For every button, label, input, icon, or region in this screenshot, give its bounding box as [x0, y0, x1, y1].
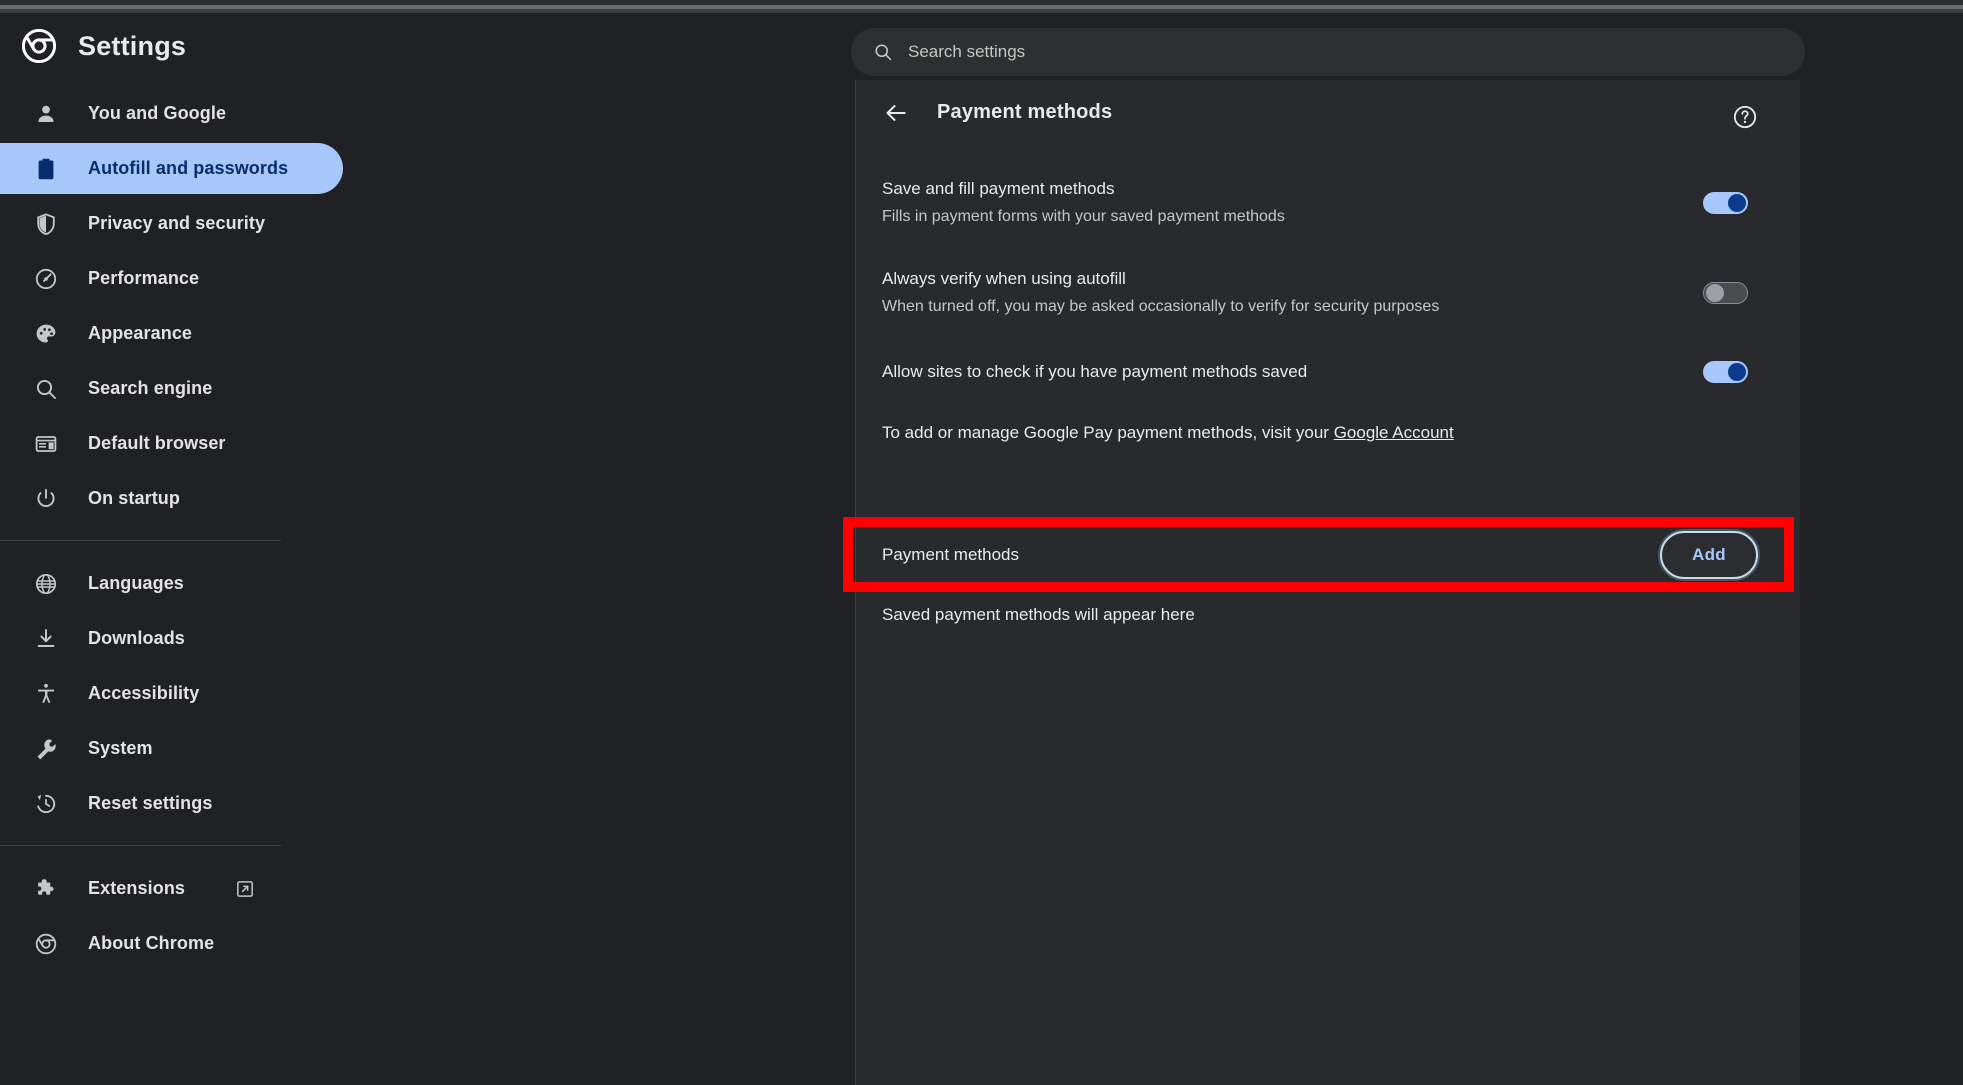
shield-icon	[34, 212, 58, 236]
sidebar-item-system[interactable]: System	[0, 723, 343, 774]
sidebar-item-label: Languages	[88, 573, 184, 593]
sidebar-item-privacy-and-security[interactable]: Privacy and security	[0, 198, 343, 249]
sidebar-item-about-chrome[interactable]: About Chrome	[0, 918, 343, 969]
sidebar-item-autofill-and-passwords[interactable]: Autofill and passwords	[0, 143, 343, 194]
back-arrow-icon[interactable]	[881, 98, 911, 128]
settings-rows: Save and fill payment methods Fills in p…	[856, 167, 1800, 465]
setting-title: Allow sites to check if you have payment…	[882, 361, 1308, 381]
clipboard-icon	[34, 157, 58, 181]
google-pay-note-text: To add or manage Google Pay payment meth…	[882, 423, 1334, 442]
sidebar-item-label: Autofill and passwords	[88, 158, 289, 178]
sidebar-item-label: Privacy and security	[88, 213, 266, 233]
sidebar-item-label: Performance	[88, 268, 200, 288]
person-icon	[34, 102, 58, 126]
toggle-knob	[1728, 363, 1746, 381]
sidebar-item-appearance[interactable]: Appearance	[0, 308, 343, 359]
sidebar-item-default-browser[interactable]: Default browser	[0, 418, 343, 469]
content-title: Payment methods	[937, 101, 1113, 123]
sidebar-item-label: Appearance	[88, 323, 193, 343]
sidebar-item-languages[interactable]: Languages	[0, 558, 343, 609]
chrome-logo-icon	[22, 29, 56, 63]
sidebar-item-label: Accessibility	[88, 683, 200, 703]
chrome-logo-icon	[34, 932, 58, 956]
setting-row-save-and-fill[interactable]: Save and fill payment methods Fills in p…	[856, 167, 1800, 239]
sidebar-item-accessibility[interactable]: Accessibility	[0, 668, 343, 719]
wrench-icon	[34, 737, 58, 761]
toggle-knob	[1706, 284, 1724, 302]
search-icon	[873, 42, 893, 62]
sidebar-item-label: On startup	[88, 488, 181, 508]
help-circle-icon[interactable]	[1732, 104, 1758, 130]
sidebar-item-label: You and Google	[88, 103, 227, 123]
external-link-icon	[235, 879, 255, 899]
sidebar-divider-2	[0, 845, 281, 846]
google-pay-note: To add or manage Google Pay payment meth…	[856, 403, 1800, 465]
power-icon	[34, 487, 58, 511]
empty-state-text: Saved payment methods will appear here	[882, 605, 1195, 624]
setting-row-always-verify[interactable]: Always verify when using autofill When t…	[856, 257, 1800, 329]
always-verify-toggle[interactable]	[1703, 282, 1748, 304]
palette-icon	[34, 322, 58, 346]
setting-subtitle: Fills in payment forms with your saved p…	[882, 207, 1285, 225]
brand: Settings	[22, 29, 186, 63]
google-account-link[interactable]: Google Account	[1334, 423, 1454, 442]
setting-title: Always verify when using autofill	[882, 269, 1126, 289]
sidebar-item-label: Downloads	[88, 628, 185, 648]
content-header: Payment methods	[856, 80, 1800, 145]
puzzle-icon	[34, 877, 58, 901]
sidebar-item-label: Extensions	[88, 878, 186, 898]
setting-title: Save and fill payment methods	[882, 179, 1115, 199]
sidebar-item-label: Default browser	[88, 433, 226, 453]
setting-subtitle: When turned off, you may be asked occasi…	[882, 297, 1440, 315]
settings-header: Settings Search settings	[0, 13, 1963, 80]
globe-icon	[34, 572, 58, 596]
toggle-knob	[1728, 194, 1746, 212]
setting-row-allow-sites-check[interactable]: Allow sites to check if you have payment…	[856, 341, 1800, 403]
page-title: Settings	[78, 30, 187, 61]
speedometer-icon	[34, 267, 58, 291]
sidebar-item-label: About Chrome	[88, 933, 215, 953]
sidebar-divider-1	[0, 540, 281, 541]
add-payment-method-button[interactable]: Add	[1660, 531, 1758, 579]
sidebar-item-label: System	[88, 738, 153, 758]
sidebar-item-you-and-google[interactable]: You and Google	[0, 88, 343, 139]
save-and-fill-toggle[interactable]	[1703, 192, 1748, 214]
right-gutter	[1800, 80, 1963, 1085]
search-icon	[34, 377, 58, 401]
sidebar-item-downloads[interactable]: Downloads	[0, 613, 343, 664]
sidebar-item-label: Search engine	[88, 378, 213, 398]
settings-window: Settings Search settings You and Google	[0, 0, 1963, 1085]
sidebar-item-label: Reset settings	[88, 793, 213, 813]
row-text: Always verify when using autofill When t…	[882, 267, 1439, 319]
row-text: Save and fill payment methods Fills in p…	[882, 177, 1285, 229]
browser-window-icon	[34, 432, 58, 456]
sidebar-item-on-startup[interactable]: On startup	[0, 473, 343, 524]
add-button-label: Add	[1692, 545, 1726, 564]
sidebar-item-extensions[interactable]: Extensions	[0, 863, 343, 914]
payment-methods-row-label: Payment methods	[882, 545, 1020, 564]
search-input[interactable]: Search settings	[851, 28, 1805, 76]
accessibility-icon	[34, 682, 58, 706]
search-placeholder: Search settings	[908, 42, 1026, 61]
row-text: Allow sites to check if you have payment…	[882, 360, 1307, 385]
payment-methods-row[interactable]: Payment methods Add	[856, 522, 1800, 588]
history-icon	[34, 792, 58, 816]
sidebar-item-reset-settings[interactable]: Reset settings	[0, 778, 343, 829]
settings-sidebar: You and Google Autofill and passwords Pr…	[0, 80, 856, 1085]
download-icon	[34, 627, 58, 651]
sidebar-item-performance[interactable]: Performance	[0, 253, 343, 304]
allow-sites-check-toggle[interactable]	[1703, 361, 1748, 383]
sidebar-item-search-engine[interactable]: Search engine	[0, 363, 343, 414]
